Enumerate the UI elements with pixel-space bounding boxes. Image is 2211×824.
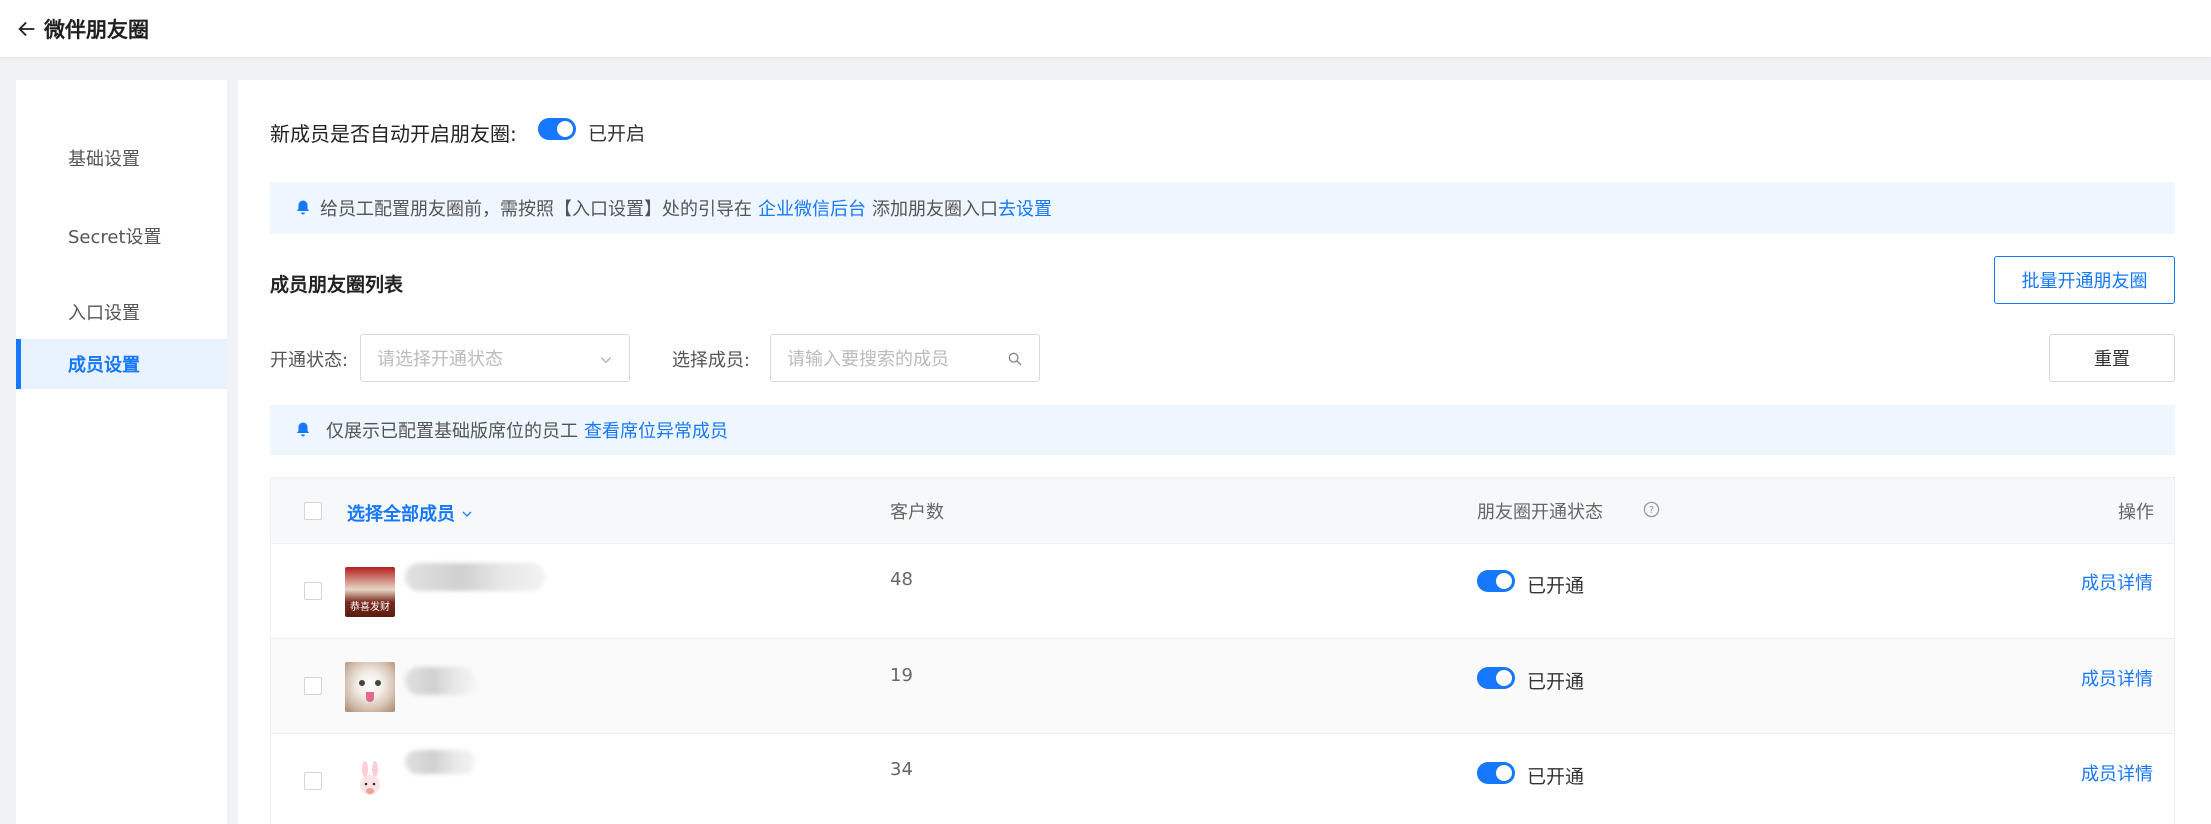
member-search-input[interactable]: 请输入要搜索的成员	[770, 334, 1040, 382]
member-details-link[interactable]: 成员详情	[2081, 665, 2153, 691]
table-row: 34 已开通 成员详情	[271, 734, 2174, 824]
section-title: 成员朋友圈列表	[270, 274, 404, 296]
setup-notice-text: 给员工配置朋友圈前，需按照【入口设置】处的引导在	[320, 199, 752, 220]
page-title: 微伴朋友圈	[44, 17, 149, 42]
seat-notice: 仅展示已配置基础版席位的员工 查看席位异常成员	[270, 405, 2175, 455]
main-panel: 新成员是否自动开启朋友圈: 已开启 给员工配置朋友圈前，需按照【入口设置】处的引…	[238, 80, 2211, 824]
table-row: 恭喜发财 48 已开通 成员详情	[271, 544, 2174, 639]
top-bar: 微伴朋友圈	[0, 0, 2211, 58]
member-table: 选择全部成员 客户数 朋友圈开通状态 ? 操作 恭喜发财 48 已开通 成员详情…	[270, 477, 2175, 824]
moments-status-toggle[interactable]	[1477, 667, 1515, 689]
auto-enable-label: 新成员是否自动开启朋友圈:	[270, 122, 517, 146]
bell-icon	[297, 422, 309, 437]
member-name-blurred	[405, 667, 475, 695]
help-icon[interactable]: ?	[1643, 501, 1660, 518]
back-arrow-icon[interactable]	[16, 18, 38, 40]
batch-enable-button-label: 批量开通朋友圈	[2021, 271, 2148, 292]
table-header: 选择全部成员 客户数 朋友圈开通状态 ? 操作	[271, 478, 2174, 544]
sidebar-item-basic-settings[interactable]: 基础设置	[16, 133, 227, 183]
reset-button[interactable]: 重置	[2049, 334, 2175, 382]
row-checkbox[interactable]	[304, 677, 322, 695]
status-filter-label: 开通状态:	[270, 350, 349, 371]
column-header-actions: 操作	[2118, 502, 2154, 523]
abnormal-seats-link[interactable]: 查看席位异常成员	[584, 417, 728, 443]
chevron-down-icon	[462, 511, 472, 517]
moments-status-text: 已开通	[1527, 766, 1585, 788]
member-filter-label: 选择成员:	[672, 350, 751, 371]
bell-icon	[297, 200, 309, 215]
batch-enable-button[interactable]: 批量开通朋友圈	[1994, 256, 2175, 304]
member-details-link[interactable]: 成员详情	[2081, 760, 2153, 786]
status-select[interactable]: 请选择开通状态	[360, 334, 630, 382]
setup-notice-middle: 添加朋友圈入口	[872, 199, 998, 220]
rabbit-avatar-icon	[360, 761, 380, 795]
chevron-down-icon	[600, 357, 612, 364]
select-all-members-dropdown[interactable]: 选择全部成员	[347, 500, 473, 526]
reset-button-label: 重置	[2094, 349, 2130, 370]
moments-status-text: 已开通	[1527, 575, 1585, 597]
sidebar-item-secret-settings[interactable]: Secret设置	[16, 211, 227, 261]
go-settings-link[interactable]: 去设置	[998, 195, 1052, 221]
moments-status-toggle[interactable]	[1477, 762, 1515, 784]
sidebar-item-label: 基础设置	[68, 149, 140, 170]
select-all-checkbox[interactable]	[304, 502, 322, 520]
search-icon[interactable]	[1007, 351, 1023, 367]
customer-count: 34	[890, 759, 913, 780]
column-header-customers: 客户数	[890, 502, 944, 523]
status-select-placeholder: 请选择开通状态	[377, 349, 503, 370]
sidebar-item-entry-settings[interactable]: 入口设置	[16, 287, 227, 337]
row-checkbox[interactable]	[304, 772, 322, 790]
member-name-blurred	[405, 750, 475, 774]
table-row: 19 已开通 成员详情	[271, 639, 2174, 734]
member-avatar	[345, 662, 395, 712]
moments-status-toggle[interactable]	[1477, 570, 1515, 592]
moments-status-text: 已开通	[1527, 671, 1585, 693]
customer-count: 48	[890, 569, 913, 590]
column-header-moments-status: 朋友圈开通状态	[1477, 502, 1603, 523]
wecom-admin-link[interactable]: 企业微信后台	[758, 195, 866, 221]
sidebar: 基础设置 Secret设置 入口设置 成员设置	[16, 80, 227, 824]
auto-enable-toggle[interactable]	[538, 118, 576, 140]
select-all-label: 选择全部成员	[347, 504, 455, 525]
sidebar-item-member-settings[interactable]: 成员设置	[16, 339, 227, 389]
row-checkbox[interactable]	[304, 582, 322, 600]
sidebar-item-label: Secret设置	[68, 227, 162, 248]
svg-text:?: ?	[1649, 505, 1654, 516]
member-search-placeholder: 请输入要搜索的成员	[787, 349, 949, 370]
member-avatar	[345, 757, 395, 807]
member-avatar: 恭喜发财	[345, 567, 395, 617]
customer-count: 19	[890, 665, 913, 686]
member-name-blurred	[405, 563, 545, 591]
sidebar-item-label: 成员设置	[68, 355, 140, 376]
seat-notice-text: 仅展示已配置基础版席位的员工	[326, 421, 578, 442]
auto-enable-status: 已开启	[588, 123, 646, 145]
sidebar-item-label: 入口设置	[68, 303, 140, 324]
setup-notice: 给员工配置朋友圈前，需按照【入口设置】处的引导在 企业微信后台 添加朋友圈入口 …	[270, 182, 2175, 234]
member-details-link[interactable]: 成员详情	[2081, 569, 2153, 595]
avatar-caption: 恭喜发财	[350, 602, 390, 613]
